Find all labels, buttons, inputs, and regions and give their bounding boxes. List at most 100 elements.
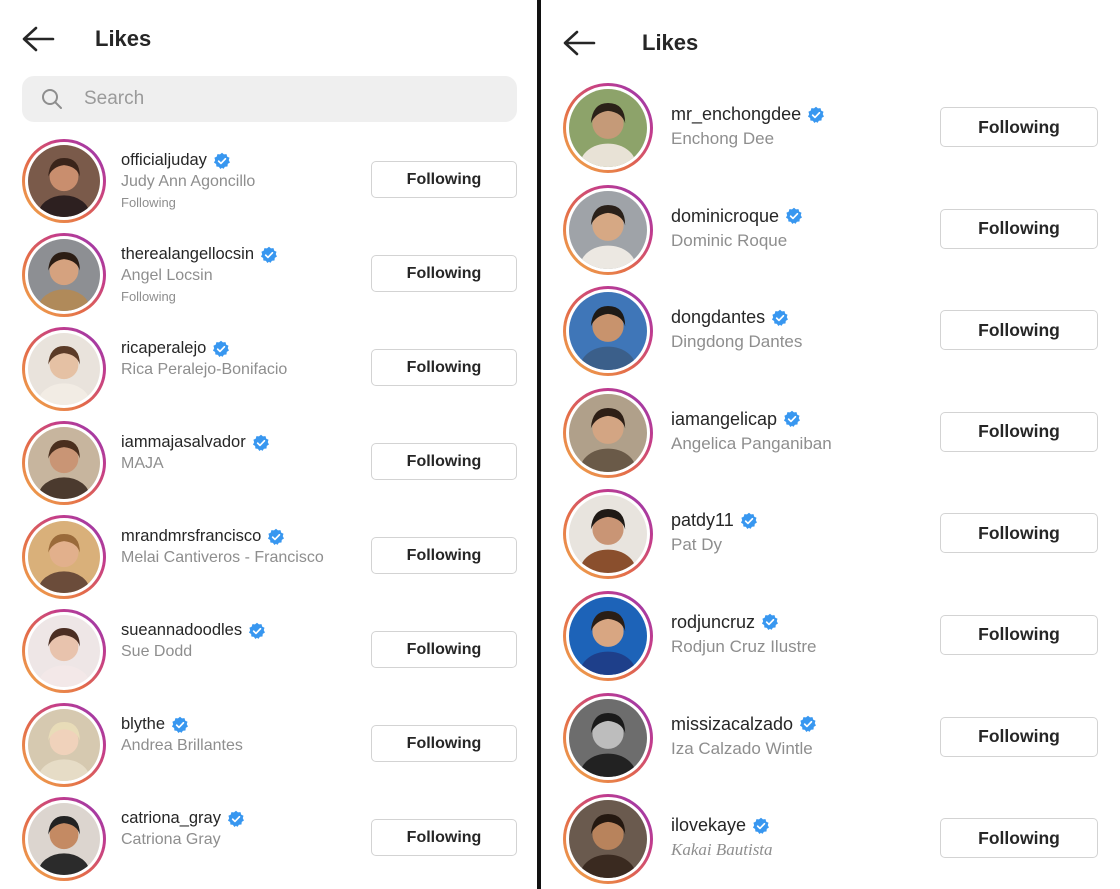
username[interactable]: mrandmrsfrancisco <box>121 527 261 546</box>
following-button[interactable]: Following <box>940 818 1098 859</box>
list-item[interactable]: blythe Andrea Brillantes Following <box>0 701 537 795</box>
following-button[interactable]: Following <box>371 161 517 198</box>
list-item[interactable]: patdy11 Pat Dy Following <box>541 487 1120 589</box>
avatar[interactable] <box>22 327 106 411</box>
avatar[interactable] <box>563 489 653 580</box>
following-button[interactable]: Following <box>940 310 1098 351</box>
username[interactable]: missizacalzado <box>671 714 793 735</box>
following-button[interactable]: Following <box>940 107 1098 147</box>
profile-photo-icon <box>569 190 647 269</box>
profile-photo-icon <box>28 145 100 217</box>
verified-badge-icon <box>785 207 803 225</box>
list-item[interactable]: therealangellocsin Angel Locsin Followin… <box>0 231 537 325</box>
user-info: mrandmrsfrancisco Melai Cantiveros - Fra… <box>121 527 324 567</box>
username[interactable]: rodjuncruz <box>671 612 755 633</box>
username[interactable]: ricaperalejo <box>121 339 206 358</box>
profile-photo-icon <box>28 803 100 875</box>
page-title: Likes <box>95 26 152 51</box>
username[interactable]: iammajasalvador <box>121 433 246 452</box>
avatar[interactable] <box>22 703 106 787</box>
back-arrow-icon[interactable] <box>21 25 55 53</box>
profile-photo-icon <box>28 521 100 593</box>
page-title: Likes <box>642 30 699 55</box>
following-button[interactable]: Following <box>371 631 517 668</box>
following-button[interactable]: Following <box>940 716 1098 757</box>
full-name: Angel Locsin <box>121 267 213 284</box>
following-button[interactable]: Following <box>371 255 517 292</box>
full-name: Enchong Dee <box>671 129 775 148</box>
search-bar[interactable] <box>22 76 517 122</box>
username[interactable]: blythe <box>121 715 165 734</box>
list-item[interactable]: dominicroque Dominic Roque Following <box>541 183 1120 285</box>
avatar[interactable] <box>22 421 106 505</box>
list-item[interactable]: iammajasalvador MAJA Following <box>0 419 537 513</box>
username[interactable]: iamangelicap <box>671 409 777 430</box>
username[interactable]: dongdantes <box>671 307 765 328</box>
username[interactable]: ilovekaye <box>671 815 746 836</box>
user-info: ricaperalejo Rica Peralejo-Bonifacio <box>121 339 287 379</box>
avatar[interactable] <box>563 590 653 681</box>
search-input[interactable] <box>84 76 484 122</box>
avatar[interactable] <box>22 139 106 223</box>
avatar[interactable] <box>563 286 653 377</box>
username[interactable]: sueannadoodles <box>121 621 242 640</box>
avatar[interactable] <box>22 233 106 317</box>
following-button[interactable]: Following <box>940 513 1098 554</box>
profile-photo-icon <box>28 333 100 405</box>
profile-photo-icon <box>569 393 647 472</box>
user-info: catriona_gray Catriona Gray <box>121 809 245 849</box>
full-name: Dominic Roque <box>671 230 788 250</box>
avatar[interactable] <box>563 794 653 885</box>
avatar[interactable] <box>563 692 653 783</box>
list-item[interactable]: sueannadoodles Sue Dodd Following <box>0 607 537 701</box>
list-item[interactable]: officialjuday Judy Ann Agoncillo Followi… <box>0 137 537 231</box>
following-button[interactable]: Following <box>371 819 517 856</box>
profile-photo-icon <box>28 615 100 687</box>
follow-status: Following <box>121 289 176 304</box>
back-arrow-icon[interactable] <box>562 29 596 57</box>
avatar[interactable] <box>22 797 106 881</box>
following-button[interactable]: Following <box>940 411 1098 452</box>
profile-photo-icon <box>28 709 100 781</box>
user-info: sueannadoodles Sue Dodd <box>121 621 266 661</box>
verified-badge-icon <box>771 309 789 327</box>
following-button[interactable]: Following <box>371 537 517 574</box>
avatar[interactable] <box>563 83 653 173</box>
list-item[interactable]: dongdantes Dingdong Dantes Following <box>541 284 1120 386</box>
likes-list: mr_enchongdee Enchong Dee Following domi… <box>541 81 1120 889</box>
user-info: officialjuday Judy Ann Agoncillo Followi… <box>121 151 255 210</box>
following-button[interactable]: Following <box>371 725 517 762</box>
following-button[interactable]: Following <box>371 443 517 480</box>
list-item[interactable]: ricaperalejo Rica Peralejo-Bonifacio Fol… <box>0 325 537 419</box>
likes-header: Likes <box>541 0 1120 76</box>
username[interactable]: catriona_gray <box>121 809 221 828</box>
list-item[interactable]: mrandmrsfrancisco Melai Cantiveros - Fra… <box>0 513 537 607</box>
list-item[interactable]: mr_enchongdee Enchong Dee Following <box>541 81 1120 183</box>
full-name: Sue Dodd <box>121 643 193 660</box>
following-button[interactable]: Following <box>940 208 1098 249</box>
avatar[interactable] <box>22 515 106 599</box>
avatar[interactable] <box>563 387 653 478</box>
following-button[interactable]: Following <box>940 614 1098 655</box>
username[interactable]: mr_enchongdee <box>671 104 801 125</box>
list-item[interactable]: ilovekaye Kakai Bautista Following <box>541 792 1120 889</box>
list-item[interactable]: catriona_gray Catriona Gray Following <box>0 795 537 889</box>
list-item[interactable]: iamangelicap Angelica Panganiban Followi… <box>541 386 1120 488</box>
right-likes-panel: Likes mr_enchongdee Enchong Dee Followin… <box>541 0 1120 889</box>
full-name: Angelica Panganiban <box>671 433 832 453</box>
list-item[interactable]: missizacalzado Iza Calzado Wintle Follow… <box>541 691 1120 793</box>
verified-badge-icon <box>248 622 266 640</box>
avatar[interactable] <box>22 609 106 693</box>
user-info: therealangellocsin Angel Locsin Followin… <box>121 245 278 304</box>
following-button[interactable]: Following <box>371 349 517 386</box>
list-item[interactable]: rodjuncruz Rodjun Cruz Ilustre Following <box>541 589 1120 691</box>
user-info: iammajasalvador MAJA <box>121 433 270 473</box>
likes-header: Likes <box>0 0 537 76</box>
verified-badge-icon <box>227 810 245 828</box>
username[interactable]: therealangellocsin <box>121 245 254 264</box>
username[interactable]: officialjuday <box>121 151 207 170</box>
username[interactable]: dominicroque <box>671 206 779 227</box>
avatar[interactable] <box>563 184 653 275</box>
verified-badge-icon <box>212 340 230 358</box>
username[interactable]: patdy11 <box>671 510 734 531</box>
